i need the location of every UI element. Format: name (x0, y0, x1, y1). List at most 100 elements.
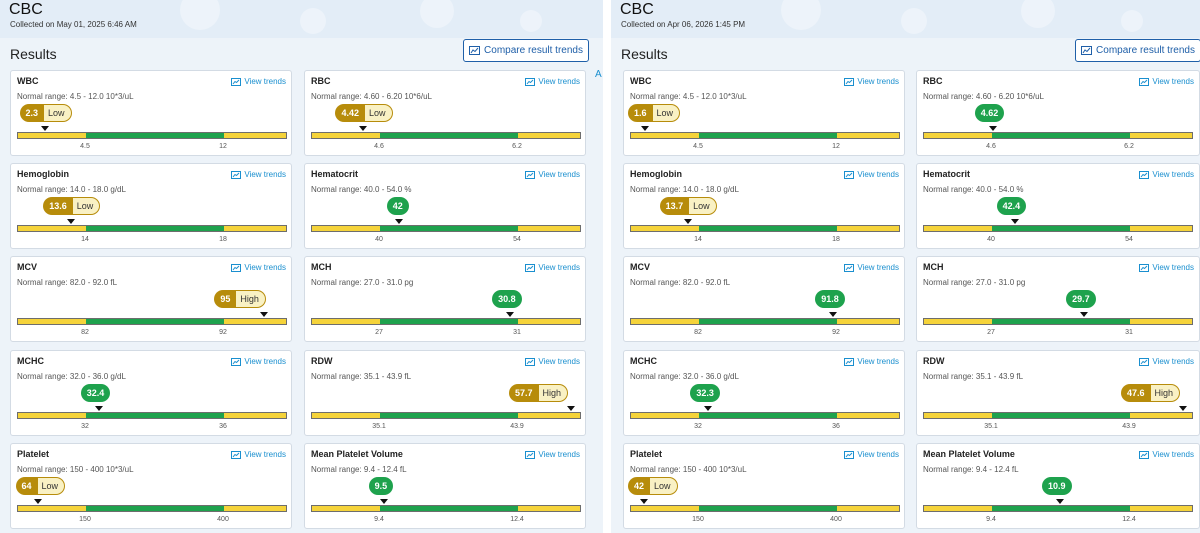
result-value-badge: 13.7 Low (659, 197, 717, 215)
view-trends-link[interactable]: View trends (231, 263, 286, 272)
caret-down-icon (260, 312, 269, 317)
view-trends-link[interactable]: View trends (525, 263, 580, 272)
result-value-badge: 32.4 (80, 384, 111, 402)
test-name: MCV (630, 262, 650, 272)
view-trends-link[interactable]: View trends (525, 357, 580, 366)
view-trends-link[interactable]: View trends (1139, 263, 1194, 272)
range-high-tick: 6.2 (512, 143, 522, 150)
result-value: 4.42 (335, 104, 365, 122)
view-trends-link[interactable]: View trends (844, 357, 899, 366)
compare-button-label: Compare result trends (1096, 45, 1195, 56)
compare-result-trends-button[interactable]: Compare result trends (1075, 39, 1200, 62)
range-low-tick: 14 (81, 236, 89, 243)
result-value: 42 (628, 477, 651, 495)
test-name: Mean Platelet Volume (923, 449, 1015, 459)
view-trends-link[interactable]: View trends (1139, 357, 1194, 366)
result-value: 42 (386, 197, 409, 215)
test-name: RBC (923, 76, 943, 86)
view-trends-link[interactable]: View trends (844, 263, 899, 272)
normal-range: Normal range: 9.4 - 12.4 fL (923, 465, 1019, 474)
view-trends-link[interactable]: View trends (844, 77, 899, 86)
range-bar (17, 505, 287, 512)
view-trends-link[interactable]: View trends (525, 450, 580, 459)
range-low-tick: 32 (694, 423, 702, 430)
compare-result-trends-button[interactable]: Compare result trends (463, 39, 589, 62)
range-low-tick: 150 (79, 516, 91, 523)
view-trends-link[interactable]: View trends (231, 77, 286, 86)
caret-down-icon (1010, 219, 1019, 224)
result-value: 42.4 (996, 197, 1027, 215)
abnormal-flag: Low (44, 104, 72, 122)
result-value-badge: 29.7 (1066, 290, 1096, 308)
result-value-badge: 9.5 (368, 477, 394, 495)
view-trends-link[interactable]: View trends (231, 357, 286, 366)
view-trends-link[interactable]: View trends (1139, 170, 1194, 179)
caret-down-icon (379, 499, 388, 504)
result-card-rdw: RDW Normal range: 35.1 - 43.9 fL View tren… (916, 350, 1200, 436)
collected-date: Collected on May 01, 2025 6:46 AM (10, 20, 137, 29)
trend-chart-icon (469, 46, 481, 55)
view-trends-link[interactable]: View trends (231, 170, 286, 179)
range-bar (923, 132, 1193, 139)
result-card-platelet: Platelet Normal range: 150 - 400 10*3/uL V… (623, 443, 905, 529)
range-high-tick: 54 (1125, 236, 1133, 243)
results-grid: WBC Normal range: 4.5 - 12.0 10*3/uL View … (611, 68, 1200, 533)
trend-chart-icon (1139, 357, 1150, 366)
trend-chart-icon (525, 450, 536, 459)
range-bar (630, 132, 900, 139)
result-value: 57.7 (509, 384, 539, 402)
results-heading: Results (10, 46, 57, 62)
view-trends-label: View trends (857, 357, 899, 366)
trend-chart-icon (231, 357, 242, 366)
caret-down-icon (1179, 406, 1187, 411)
view-trends-link[interactable]: View trends (1139, 77, 1194, 86)
result-value-badge: 2.3 Low (19, 104, 72, 122)
result-value-badge: 32.3 (690, 384, 720, 402)
test-name: RDW (923, 356, 945, 366)
normal-range: Normal range: 40.0 - 54.0 % (923, 185, 1024, 194)
view-trends-link[interactable]: View trends (231, 450, 286, 459)
test-name: RBC (311, 76, 331, 86)
result-card-mch: MCH Normal range: 27.0 - 31.0 pg View tren… (916, 256, 1200, 342)
result-value: 32.4 (80, 384, 111, 402)
view-trends-link[interactable]: View trends (525, 77, 580, 86)
range-high-tick: 43.9 (1122, 423, 1136, 430)
result-card-mchc: MCHC Normal range: 32.0 - 36.0 g/dL View t… (10, 350, 292, 436)
normal-range-segment (699, 226, 837, 231)
view-trends-link[interactable]: View trends (844, 450, 899, 459)
normal-range: Normal range: 4.60 - 6.20 10*6/uL (923, 92, 1044, 101)
abnormal-flag: High (1150, 384, 1181, 402)
range-bar (630, 505, 900, 512)
range-high-tick: 92 (832, 329, 840, 336)
view-trends-link[interactable]: View trends (525, 170, 580, 179)
view-trends-link[interactable]: View trends (844, 170, 899, 179)
trend-chart-icon (1139, 450, 1150, 459)
compare-button-label: Compare result trends (484, 45, 583, 56)
normal-range-segment (380, 506, 518, 511)
normal-range: Normal range: 27.0 - 31.0 pg (923, 278, 1026, 287)
test-name: MCH (311, 262, 332, 272)
view-trends-link[interactable]: View trends (1139, 450, 1194, 459)
normal-range-segment (992, 226, 1130, 231)
range-bar (311, 318, 581, 325)
result-card-mcv: MCV Normal range: 82.0 - 92.0 fL View tren… (10, 256, 292, 342)
abnormal-flag: Low (37, 477, 66, 495)
test-name: MCHC (630, 356, 657, 366)
test-name: Platelet (630, 449, 663, 459)
view-trends-label: View trends (857, 450, 899, 459)
header-band: CBC Collected on May 01, 2025 6:46 AM (0, 0, 603, 38)
view-trends-label: View trends (1152, 263, 1194, 272)
normal-range-segment (380, 226, 518, 231)
view-trends-label: View trends (1152, 450, 1194, 459)
header-band: CBC Collected on Apr 06, 2026 1:45 PM (611, 0, 1200, 38)
range-high-tick: 36 (219, 423, 227, 430)
caret-down-icon (67, 219, 76, 224)
caret-down-icon (94, 406, 103, 411)
normal-range: Normal range: 14.0 - 18.0 g/dL (630, 185, 739, 194)
result-card-wbc: WBC Normal range: 4.5 - 12.0 10*3/uL View … (10, 70, 292, 156)
result-value-badge: 57.7 High (509, 384, 569, 402)
normal-range-segment (86, 506, 224, 511)
clipped-edge-text: A (595, 69, 602, 80)
page-title: CBC (620, 1, 654, 18)
result-value-badge: 10.9 (1042, 477, 1072, 495)
